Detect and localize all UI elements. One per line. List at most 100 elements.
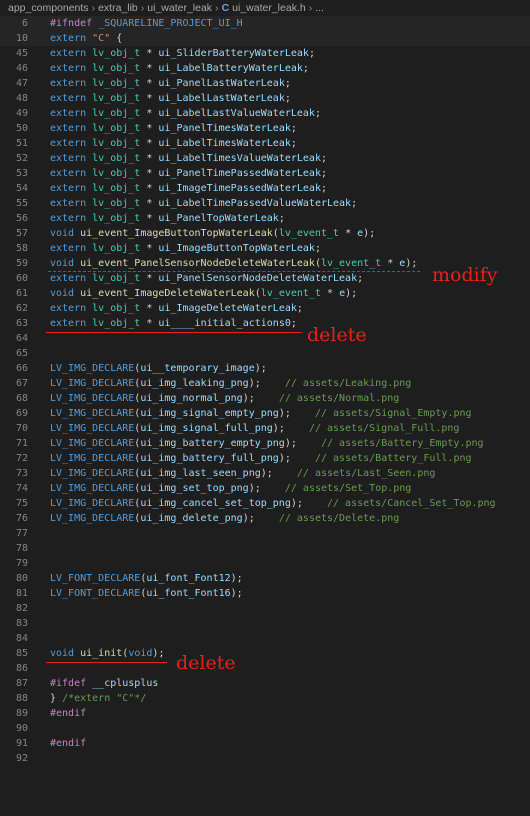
code-line[interactable]: 71 LV_IMG_DECLARE(ui_img_battery_empty_pn… (0, 436, 530, 451)
breadcrumb-item-extra-lib[interactable]: extra_lib (98, 2, 138, 14)
line-number: 50 (15, 123, 28, 134)
code-line[interactable]: 56 extern lv_obj_t * ui_PanelTopWaterLeak… (0, 211, 530, 226)
code-line[interactable]: 46 extern lv_obj_t * ui_LabelBatteryWater… (0, 61, 530, 76)
code-line[interactable]: 61 void ui_event_ImageDeleteWaterLeak(lv_… (0, 286, 530, 301)
code-line[interactable]: 89 #endif (0, 706, 530, 721)
line-number: 89 (15, 708, 28, 719)
code-line[interactable]: 66 LV_IMG_DECLARE(ui__temporary_image); (0, 361, 530, 376)
code-line[interactable]: 64 (0, 331, 530, 346)
code-line[interactable]: 68 LV_IMG_DECLARE(ui_img_normal_png); // … (0, 391, 530, 406)
code-line[interactable]: 77 (0, 526, 530, 541)
code-line[interactable]: 51 extern lv_obj_t * ui_LabelTimesWaterLe… (0, 136, 530, 151)
code-line[interactable]: 62 extern lv_obj_t * ui_ImageDeleteWaterL… (0, 301, 530, 316)
code-line[interactable]: 45 extern lv_obj_t * ui_SliderBatteryWate… (0, 46, 530, 61)
line-number: 85 (15, 648, 28, 659)
code-text: extern lv_obj_t * ui_ImageDeleteWaterLea… (50, 303, 303, 314)
code-text: } /*extern "C"*/ (50, 693, 147, 704)
breadcrumb-item-app-components[interactable]: app_components (8, 2, 89, 14)
code-text: LV_IMG_DECLARE(ui_img_set_top_png); // a… (50, 483, 412, 494)
code-line[interactable]: 49 extern lv_obj_t * ui_LabelLastValueWat… (0, 106, 530, 121)
delete-underline-line-85 (46, 662, 167, 663)
code-line[interactable]: 80 LV_FONT_DECLARE(ui_font_Font12); (0, 571, 530, 586)
code-text: extern lv_obj_t * ui_LabelLastValueWater… (50, 108, 321, 119)
code-text: extern lv_obj_t * ui_ImageButtonTopWater… (50, 243, 321, 254)
line-number: 57 (15, 228, 28, 239)
line-number: 78 (15, 543, 28, 554)
code-text: LV_IMG_DECLARE(ui_img_cancel_set_top_png… (50, 498, 496, 509)
code-text: void ui_event_ImageButtonTopWaterLeak(lv… (50, 228, 376, 239)
chevron-right-icon: › (308, 2, 313, 14)
sticky-line[interactable]: 6 #ifndef _SQUARELINE_PROJECT_UI_H (0, 16, 530, 31)
code-line[interactable]: 72 LV_IMG_DECLARE(ui_img_battery_full_png… (0, 451, 530, 466)
line-number: 48 (15, 93, 28, 104)
breadcrumb-item-ui-water-leak[interactable]: ui_water_leak (147, 2, 212, 14)
line-number: 53 (15, 168, 28, 179)
line-number: 10 (15, 33, 28, 44)
line-number: 49 (15, 108, 28, 119)
code-text: extern lv_obj_t * ui_PanelTimePassedWate… (50, 168, 328, 179)
modify-underline (48, 271, 420, 272)
code-line[interactable]: 78 (0, 541, 530, 556)
code-text: extern lv_obj_t * ui_SliderBatteryWaterL… (50, 48, 315, 59)
code-line[interactable]: 48 extern lv_obj_t * ui_LabelLastWaterLea… (0, 91, 530, 106)
code-line[interactable]: 87 #ifdef __cplusplus (0, 676, 530, 691)
code-line[interactable]: 84 (0, 631, 530, 646)
c-file-icon: C (221, 2, 230, 14)
code-line[interactable]: 83 (0, 616, 530, 631)
code-line[interactable]: 88} /*extern "C"*/ (0, 691, 530, 706)
line-number: 59 (15, 258, 28, 269)
line-number: 60 (15, 273, 28, 284)
code-text: void ui_event_PanelSensorNodeDeleteWater… (50, 258, 418, 269)
code-line[interactable]: 81 LV_FONT_DECLARE(ui_font_Font16); (0, 586, 530, 601)
code-line[interactable]: 47 extern lv_obj_t * ui_PanelLastWaterLea… (0, 76, 530, 91)
code-text: extern lv_obj_t * ui____initial_actions0… (50, 318, 297, 329)
code-line[interactable]: 63 extern lv_obj_t * ui____initial_action… (0, 316, 530, 331)
delete-annotation-line-85: delete (176, 652, 236, 674)
code-line[interactable]: 50 extern lv_obj_t * ui_PanelTimesWaterLe… (0, 121, 530, 136)
code-text: void ui_event_ImageDeleteWaterLeak(lv_ev… (50, 288, 358, 299)
line-number: 63 (15, 318, 28, 329)
code-line[interactable]: 73 LV_IMG_DECLARE(ui_img_last_seen_png); … (0, 466, 530, 481)
code-line[interactable]: 55 extern lv_obj_t * ui_LabelTimePassedVa… (0, 196, 530, 211)
code-line[interactable]: 54 extern lv_obj_t * ui_ImageTimePassedWa… (0, 181, 530, 196)
chevron-right-icon: › (91, 2, 96, 14)
code-text: extern lv_obj_t * ui_LabelLastWaterLeak; (50, 93, 291, 104)
code-text: #endif (50, 738, 87, 749)
code-line[interactable]: 76 LV_IMG_DECLARE(ui_img_delete_png); // … (0, 511, 530, 526)
code-line[interactable]: 91 #endif (0, 736, 530, 751)
breadcrumb-item-more[interactable]: ... (315, 2, 324, 14)
code-line[interactable]: 57 void ui_event_ImageButtonTopWaterLeak(… (0, 226, 530, 241)
code-text: LV_IMG_DECLARE(ui_img_last_seen_png); //… (50, 468, 436, 479)
code-line[interactable]: 58 extern lv_obj_t * ui_ImageButtonTopWat… (0, 241, 530, 256)
line-number: 74 (15, 483, 28, 494)
code-text: extern lv_obj_t * ui_PanelLastWaterLeak; (50, 78, 291, 89)
line-number: 69 (15, 408, 28, 419)
breadcrumb-item-file[interactable]: ui_water_leak.h (232, 2, 306, 14)
chevron-right-icon: › (140, 2, 145, 14)
code-line[interactable]: 85 void ui_init(void); (0, 646, 530, 661)
line-number: 92 (15, 753, 28, 764)
code-line[interactable]: 52 extern lv_obj_t * ui_LabelTimesValueWa… (0, 151, 530, 166)
code-line[interactable]: 75 LV_IMG_DECLARE(ui_img_cancel_set_top_p… (0, 496, 530, 511)
code-text: LV_IMG_DECLARE(ui_img_delete_png); // as… (50, 513, 400, 524)
code-text: LV_FONT_DECLARE(ui_font_Font12); (50, 573, 243, 584)
code-line[interactable]: 92 (0, 751, 530, 766)
line-number: 70 (15, 423, 28, 434)
line-number: 90 (15, 723, 28, 734)
sticky-line[interactable]: 10 extern "C" { (0, 31, 530, 46)
code-line[interactable]: 53 extern lv_obj_t * ui_PanelTimePassedWa… (0, 166, 530, 181)
line-number: 62 (15, 303, 28, 314)
line-number: 56 (15, 213, 28, 224)
code-line[interactable]: 65 (0, 346, 530, 361)
code-line[interactable]: 67 LV_IMG_DECLARE(ui_img_leaking_png); //… (0, 376, 530, 391)
delete-annotation-line-63: delete (307, 324, 367, 346)
code-line[interactable]: 70 LV_IMG_DECLARE(ui_img_signal_full_png)… (0, 421, 530, 436)
code-line[interactable]: 90 (0, 721, 530, 736)
code-line[interactable]: 86 (0, 661, 530, 676)
code-line[interactable]: 82 (0, 601, 530, 616)
line-number: 81 (15, 588, 28, 599)
code-line[interactable]: 79 (0, 556, 530, 571)
modify-annotation: modify (432, 264, 498, 286)
code-line[interactable]: 69 LV_IMG_DECLARE(ui_img_signal_empty_png… (0, 406, 530, 421)
code-line[interactable]: 74 LV_IMG_DECLARE(ui_img_set_top_png); //… (0, 481, 530, 496)
